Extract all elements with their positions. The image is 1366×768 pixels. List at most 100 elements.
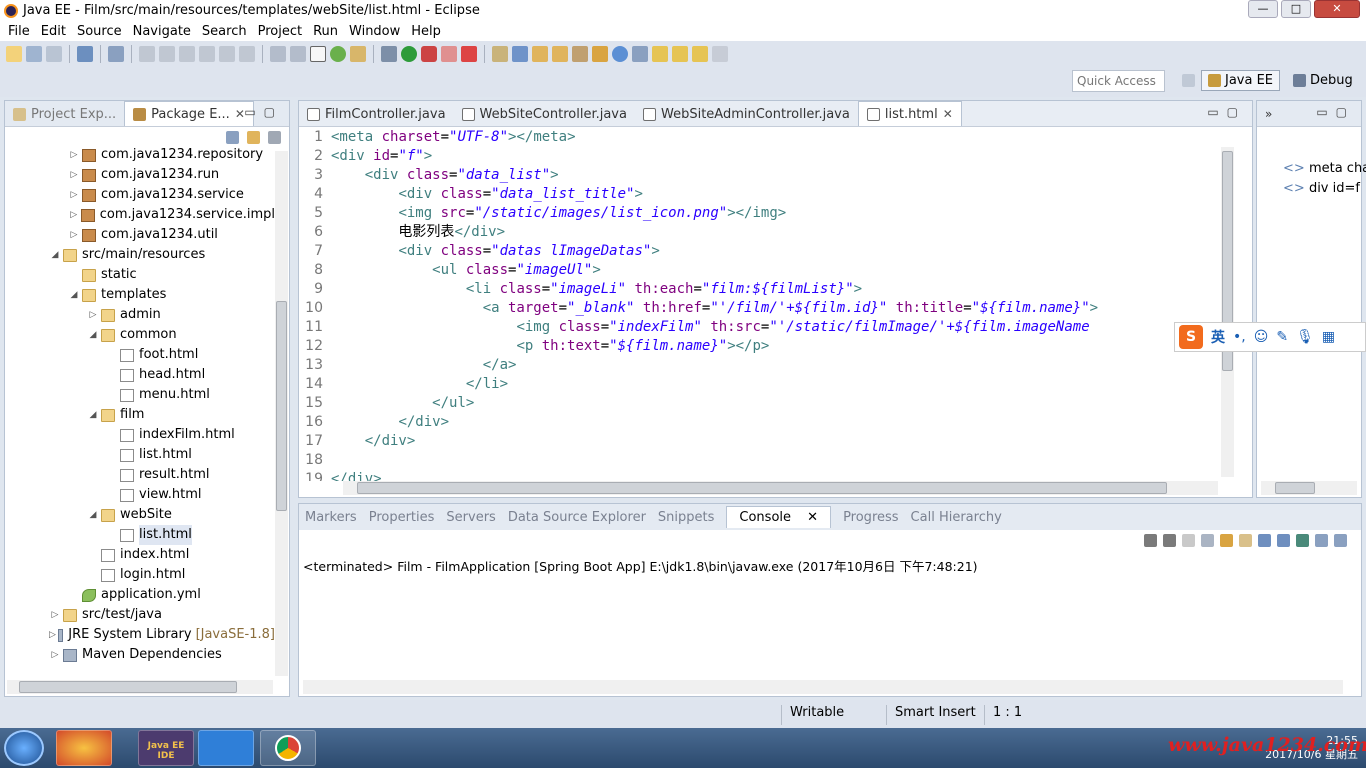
open-console-icon[interactable] — [1334, 534, 1347, 547]
tree-twistie-icon[interactable]: ◢ — [87, 325, 99, 345]
tree-item[interactable]: ▷ admin — [5, 305, 275, 325]
editor-hscroll[interactable] — [343, 481, 1218, 495]
pen-icon[interactable]: ✎ — [1276, 329, 1288, 345]
skip-breakpoints-icon[interactable] — [108, 46, 124, 62]
print-icon[interactable] — [77, 46, 93, 62]
tab-data-source-explorer[interactable]: Data Source Explorer — [508, 510, 646, 525]
sogou-icon[interactable]: S — [1179, 325, 1203, 349]
code-line[interactable]: 3 <div class="data_list"> — [299, 166, 1226, 185]
tree-item[interactable]: foot.html — [5, 345, 275, 365]
menu-project[interactable]: Project — [258, 24, 302, 39]
new-package-icon[interactable] — [512, 46, 528, 62]
menu-navigate[interactable]: Navigate — [133, 24, 191, 39]
scroll-thumb[interactable] — [19, 681, 237, 693]
tree-hscroll[interactable] — [7, 680, 273, 694]
code-line[interactable]: 18 — [299, 451, 1226, 470]
tree-item[interactable]: result.html — [5, 465, 275, 485]
tree-twistie-icon[interactable]: ◢ — [87, 505, 99, 525]
tree-item[interactable]: indexFilm.html — [5, 425, 275, 445]
tree-item[interactable]: ▷ Maven Dependencies — [5, 645, 275, 665]
mic-icon[interactable]: 🎙 — [1296, 329, 1314, 345]
view-menu-icon[interactable] — [268, 131, 281, 144]
outline-item[interactable]: <> meta char — [1283, 159, 1366, 179]
tree-item[interactable]: view.html — [5, 485, 275, 505]
tab-snippets[interactable]: Snippets — [658, 510, 714, 525]
tree-item[interactable]: ◢ common — [5, 325, 275, 345]
tree-item[interactable]: ◢ src/main/resources — [5, 245, 275, 265]
forward-icon[interactable] — [712, 46, 728, 62]
open-task-icon[interactable] — [592, 46, 608, 62]
tab-package-explorer[interactable]: Package E... ✕ — [124, 101, 254, 126]
scroll-thumb[interactable] — [1275, 482, 1315, 494]
tree-item[interactable]: static — [5, 265, 275, 285]
tree-twistie-icon[interactable]: ◢ — [49, 245, 61, 265]
word-wrap-icon[interactable] — [270, 46, 286, 62]
tree-item[interactable]: ▷ com.java1234.repository — [5, 145, 275, 165]
outline-minmax[interactable]: ▭▢ — [1316, 105, 1355, 119]
menu-run[interactable]: Run — [313, 24, 338, 39]
maximize-button[interactable]: □ — [1281, 0, 1311, 18]
tree-twistie-icon[interactable]: ▷ — [68, 165, 80, 185]
code-line[interactable]: 12 <p th:text="${film.name}"></p> — [299, 337, 1226, 356]
start-button[interactable] — [4, 730, 44, 766]
coverage-icon[interactable] — [441, 46, 457, 62]
tree-item[interactable]: ◢ webSite — [5, 505, 275, 525]
tree-twistie-icon[interactable]: ▷ — [68, 225, 80, 245]
external-tools-icon[interactable] — [421, 46, 437, 62]
quick-access-input[interactable]: Quick Access — [1072, 70, 1165, 92]
tree-item[interactable]: list.html — [5, 445, 275, 465]
tab-websitecontroller[interactable]: WebSiteController.java — [454, 102, 635, 126]
code-line[interactable]: 1 <meta charset="UTF-8"></meta> — [299, 128, 1226, 147]
tree-item[interactable]: ▷ JRE System Library [JavaSE-1.8] — [5, 625, 275, 645]
tab-console[interactable]: Console ✕ — [726, 506, 832, 528]
tree-item[interactable]: ▷ com.java1234.util — [5, 225, 275, 245]
taskbar-chrome[interactable] — [260, 730, 316, 766]
save-all-icon[interactable] — [46, 46, 62, 62]
tree-twistie-icon[interactable]: ▷ — [49, 645, 61, 665]
tree-item[interactable]: ▷ src/test/java — [5, 605, 275, 625]
terminate-console-icon[interactable] — [1182, 534, 1195, 547]
remove-launch-icon[interactable] — [1144, 534, 1157, 547]
menu-source[interactable]: Source — [77, 24, 122, 39]
new-icon[interactable] — [6, 46, 22, 62]
link-editor-icon[interactable] — [247, 131, 260, 144]
taskbar-wps[interactable] — [198, 730, 254, 766]
tree-item[interactable]: ▷ com.java1234.service.impl — [5, 205, 275, 225]
menu-file[interactable]: File — [8, 24, 30, 39]
ime-lang[interactable]: 英 — [1211, 327, 1225, 347]
tree-vscroll[interactable] — [275, 151, 288, 676]
tree-twistie-icon[interactable]: ◢ — [68, 285, 80, 305]
code-line[interactable]: 16 </div> — [299, 413, 1226, 432]
console-hscroll[interactable] — [303, 680, 1343, 694]
new-class-icon[interactable] — [492, 46, 508, 62]
editor-minmax[interactable]: ▭▢ — [1207, 105, 1246, 119]
tab-call-hierarchy[interactable]: Call Hierarchy — [911, 510, 1002, 525]
display-console-icon[interactable] — [1315, 534, 1328, 547]
emoji-icon[interactable]: ☺ — [1254, 329, 1269, 345]
view-minmax[interactable]: ▭▢ — [244, 105, 283, 119]
open-type-icon[interactable] — [532, 46, 548, 62]
prev-annotation-icon[interactable] — [652, 46, 668, 62]
format-icon[interactable] — [290, 46, 306, 62]
tree-item[interactable]: head.html — [5, 365, 275, 385]
outline-hscroll[interactable] — [1261, 481, 1357, 495]
menu-search[interactable]: Search — [202, 24, 247, 39]
tab-properties[interactable]: Properties — [369, 510, 435, 525]
minimize-button[interactable]: — — [1248, 0, 1278, 18]
close-tab-icon[interactable]: ✕ — [807, 510, 818, 525]
step-into-icon[interactable] — [199, 46, 215, 62]
pin-console-icon[interactable] — [1296, 534, 1309, 547]
server-icon[interactable] — [350, 46, 366, 62]
code-line[interactable]: 8 <ul class="imageUl"> — [299, 261, 1226, 280]
resume-icon[interactable] — [139, 46, 155, 62]
code-line[interactable]: 5 <img src="/static/images/list_icon.png… — [299, 204, 1226, 223]
step-over-icon[interactable] — [219, 46, 235, 62]
tree-item[interactable]: index.html — [5, 545, 275, 565]
tab-markers[interactable]: Markers — [305, 510, 357, 525]
perspective-debug[interactable]: Debug — [1286, 70, 1360, 91]
tab-progress[interactable]: Progress — [843, 510, 898, 525]
code-line[interactable]: 17 </div> — [299, 432, 1226, 451]
last-edit-icon[interactable] — [672, 46, 688, 62]
terminate-icon[interactable] — [179, 46, 195, 62]
run-icon[interactable] — [401, 46, 417, 62]
